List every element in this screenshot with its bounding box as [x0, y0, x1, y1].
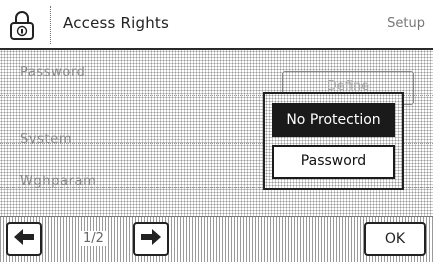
row-label: Password [20, 65, 86, 80]
lock-icon [4, 8, 40, 42]
page-indicator: 1/2 [80, 231, 107, 246]
footer-bar: 1/2 OK [0, 216, 433, 262]
ok-label: OK [384, 231, 406, 247]
popup-inner: No Protection Password [270, 99, 397, 183]
ok-button[interactable]: OK [364, 222, 426, 256]
mode-label: Setup [387, 16, 425, 31]
option-password[interactable]: Password [272, 145, 395, 179]
next-button[interactable] [133, 222, 169, 256]
header-separator [50, 6, 51, 44]
row-label: Wghparam [20, 174, 97, 189]
page-title: Access Rights [63, 14, 170, 32]
arrow-right-icon [140, 228, 162, 250]
prev-button[interactable] [6, 222, 42, 256]
protection-popup: No Protection Password [263, 92, 404, 190]
arrow-left-icon [13, 228, 35, 250]
header-bar: Access Rights Setup [0, 0, 433, 50]
option-no-protection[interactable]: No Protection [272, 103, 395, 137]
row-filler [0, 188, 433, 216]
balance-screen: Access Rights Setup Password System Wghp… [0, 0, 433, 262]
